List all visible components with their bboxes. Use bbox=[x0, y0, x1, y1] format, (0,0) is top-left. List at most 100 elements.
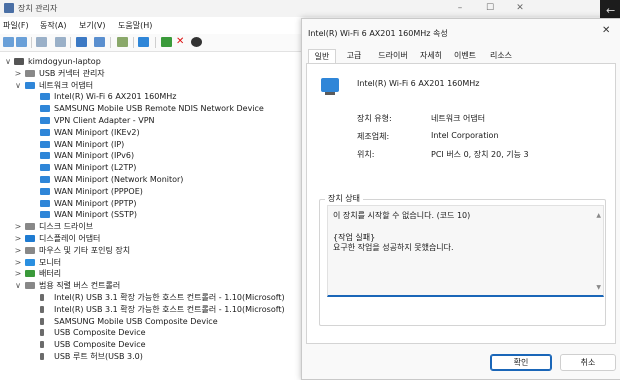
tree-item-label: WAN Miniport (IPv6) bbox=[54, 151, 135, 161]
menu-help[interactable]: 도움말(H) bbox=[118, 20, 152, 31]
update-driver-icon[interactable] bbox=[161, 37, 172, 47]
tab-details[interactable]: 자세히 bbox=[416, 49, 446, 63]
usb-connector-icon bbox=[25, 69, 35, 77]
title-bar: 장치 관리자 – ☐ ✕ bbox=[0, 0, 600, 17]
chevron-right-icon[interactable]: > bbox=[14, 68, 22, 79]
scan-hardware-icon[interactable] bbox=[117, 37, 128, 47]
tree-item-label: VPN Client Adapter - VPN bbox=[54, 116, 155, 125]
tree-item-label: kimdogyun-laptop bbox=[28, 57, 101, 66]
tab-general[interactable]: 일반 bbox=[308, 49, 336, 64]
network-adapter-icon bbox=[25, 81, 35, 89]
tab-advanced[interactable]: 고급 bbox=[340, 49, 368, 63]
network-adapter-icon bbox=[40, 128, 50, 136]
network-adapter-icon bbox=[40, 152, 50, 160]
minimize-icon[interactable]: – bbox=[452, 2, 468, 14]
properties-icon[interactable] bbox=[36, 37, 47, 47]
chevron-down-icon[interactable]: ∨ bbox=[14, 80, 22, 91]
network-warning-icon bbox=[40, 93, 50, 101]
tab-resources[interactable]: 리소스 bbox=[484, 49, 518, 63]
maximize-icon[interactable]: ☐ bbox=[482, 2, 498, 14]
chevron-right-icon[interactable]: > bbox=[14, 268, 22, 279]
uninstall-icon[interactable]: ✕ bbox=[176, 37, 187, 47]
chevron-right-icon[interactable]: > bbox=[14, 221, 22, 232]
ok-button[interactable]: 확인 bbox=[490, 354, 552, 371]
network-adapter-icon bbox=[40, 140, 50, 148]
usb-device-icon bbox=[40, 329, 44, 337]
network-adapter-icon bbox=[40, 187, 50, 195]
help-icon[interactable] bbox=[76, 37, 87, 47]
cancel-button[interactable]: 취소 bbox=[560, 354, 616, 371]
tree-item-label: USB Composite Device bbox=[54, 328, 146, 338]
device-status-text[interactable]: 이 장치를 시작할 수 없습니다. (코드 10) {작업 실패} 요구한 작업… bbox=[327, 205, 604, 297]
tree-item-label: 디스크 드라이브 bbox=[39, 222, 94, 232]
network-adapter-icon bbox=[40, 105, 50, 113]
prop-value-type: 네트워크 어댑터 bbox=[431, 114, 486, 123]
tree-item-label: WAN Miniport (Network Monitor) bbox=[54, 175, 184, 184]
scroll-down-icon[interactable]: ▼ bbox=[596, 284, 601, 291]
chevron-right-icon[interactable]: > bbox=[14, 233, 22, 244]
properties-dialog: Intel(R) Wi-Fi 6 AX201 160MHz 속성 ✕ 일반 고급… bbox=[301, 18, 620, 380]
tab-driver[interactable]: 드라이버 bbox=[372, 49, 414, 63]
usb-device-icon bbox=[40, 294, 44, 301]
prop-key-location: 위치: bbox=[357, 150, 375, 159]
tree-item-label: WAN Miniport (SSTP) bbox=[54, 210, 137, 220]
tree-item-label: WAN Miniport (IP) bbox=[54, 139, 125, 149]
network-adapter-icon bbox=[40, 117, 50, 124]
chevron-right-icon[interactable]: > bbox=[14, 257, 22, 268]
window-title: 장치 관리자 bbox=[18, 4, 58, 13]
device-tree: ∨ kimdogyun-laptop > USB 커넥터 관리자 ∨ 네트워크 어댑터 In… bbox=[0, 56, 300, 378]
menu-view[interactable]: 보기(V) bbox=[79, 20, 105, 31]
list-icon[interactable] bbox=[55, 37, 66, 47]
tree-item-label: USB 루트 허브(USB 3.0) bbox=[54, 352, 143, 361]
tree-item-label: WAN Miniport (IKEv2) bbox=[54, 127, 140, 137]
menu-action[interactable]: 동작(A) bbox=[40, 20, 66, 31]
tab-events[interactable]: 이벤트 bbox=[448, 49, 482, 63]
network-adapter-icon bbox=[40, 176, 50, 183]
battery-icon bbox=[25, 270, 35, 278]
tree-item-label: WAN Miniport (PPPOE) bbox=[54, 186, 143, 196]
close-icon[interactable]: ✕ bbox=[512, 2, 528, 14]
tree-item-label: 범용 직렬 버스 컨트롤러 bbox=[39, 281, 121, 291]
laptop-icon bbox=[14, 58, 24, 65]
tree-item-label: 모니터 bbox=[39, 257, 62, 267]
disable-device-icon[interactable] bbox=[191, 37, 202, 47]
tree-item-label: WAN Miniport (PPTP) bbox=[54, 198, 137, 208]
tab-bar: 일반 고급 드라이버 자세히 이벤트 리소스 bbox=[306, 49, 616, 64]
back-arrow-icon[interactable]: ← bbox=[606, 4, 615, 17]
back-icon[interactable] bbox=[3, 37, 14, 47]
usb-device-icon bbox=[40, 317, 44, 325]
monitor-toolbar-icon[interactable] bbox=[138, 37, 149, 47]
usb-controller-icon bbox=[25, 282, 35, 290]
status-line: 요구한 작업을 성공하지 못했습니다. bbox=[333, 243, 454, 252]
forward-icon[interactable] bbox=[16, 37, 27, 47]
chevron-right-icon[interactable]: > bbox=[14, 245, 22, 256]
tree-item-label: SAMSUNG Mobile USB Composite Device bbox=[54, 316, 218, 326]
chevron-down-icon[interactable]: ∨ bbox=[14, 280, 22, 291]
tree-item-label: 디스플레이 어댑터 bbox=[39, 234, 101, 243]
general-tab-panel: Intel(R) Wi-Fi 6 AX201 160MHz 장치 유형: 네트워… bbox=[306, 63, 616, 344]
close-icon[interactable]: ✕ bbox=[602, 25, 610, 36]
prop-key-manufacturer: 제조업체: bbox=[357, 132, 390, 141]
prop-key-type: 장치 유형: bbox=[357, 114, 392, 123]
network-adapter-icon bbox=[40, 164, 50, 172]
scroll-up-icon[interactable]: ▲ bbox=[596, 212, 601, 219]
tree-item-label: 배터리 bbox=[39, 269, 62, 279]
prop-value-location: PCI 버스 0, 장치 20, 기능 3 bbox=[431, 150, 529, 159]
network-adapter-icon bbox=[40, 211, 50, 219]
menu-file[interactable]: 파일(F) bbox=[3, 20, 29, 31]
usb-device-icon bbox=[40, 341, 44, 349]
tree-item-label: Intel(R) USB 3.1 확장 가능한 호스트 컨트롤러 - 1.10(… bbox=[54, 293, 285, 302]
device-name: Intel(R) Wi-Fi 6 AX201 160MHz bbox=[357, 79, 480, 88]
device-status-label: 장치 상태 bbox=[325, 193, 363, 204]
mouse-icon bbox=[25, 246, 35, 254]
usb-device-icon bbox=[40, 305, 44, 313]
monitor-icon bbox=[25, 258, 35, 266]
disk-drive-icon bbox=[25, 223, 35, 231]
display-adapter-icon bbox=[25, 235, 35, 242]
tree-item-label: USB 커넥터 관리자 bbox=[39, 68, 105, 78]
prop-value-manufacturer: Intel Corporation bbox=[431, 131, 499, 140]
chevron-down-icon[interactable]: ∨ bbox=[4, 56, 12, 67]
tree-item-label: WAN Miniport (L2TP) bbox=[54, 163, 137, 173]
tree-item-label: 네트워크 어댑터 bbox=[39, 80, 94, 90]
view-icon[interactable] bbox=[94, 37, 105, 47]
